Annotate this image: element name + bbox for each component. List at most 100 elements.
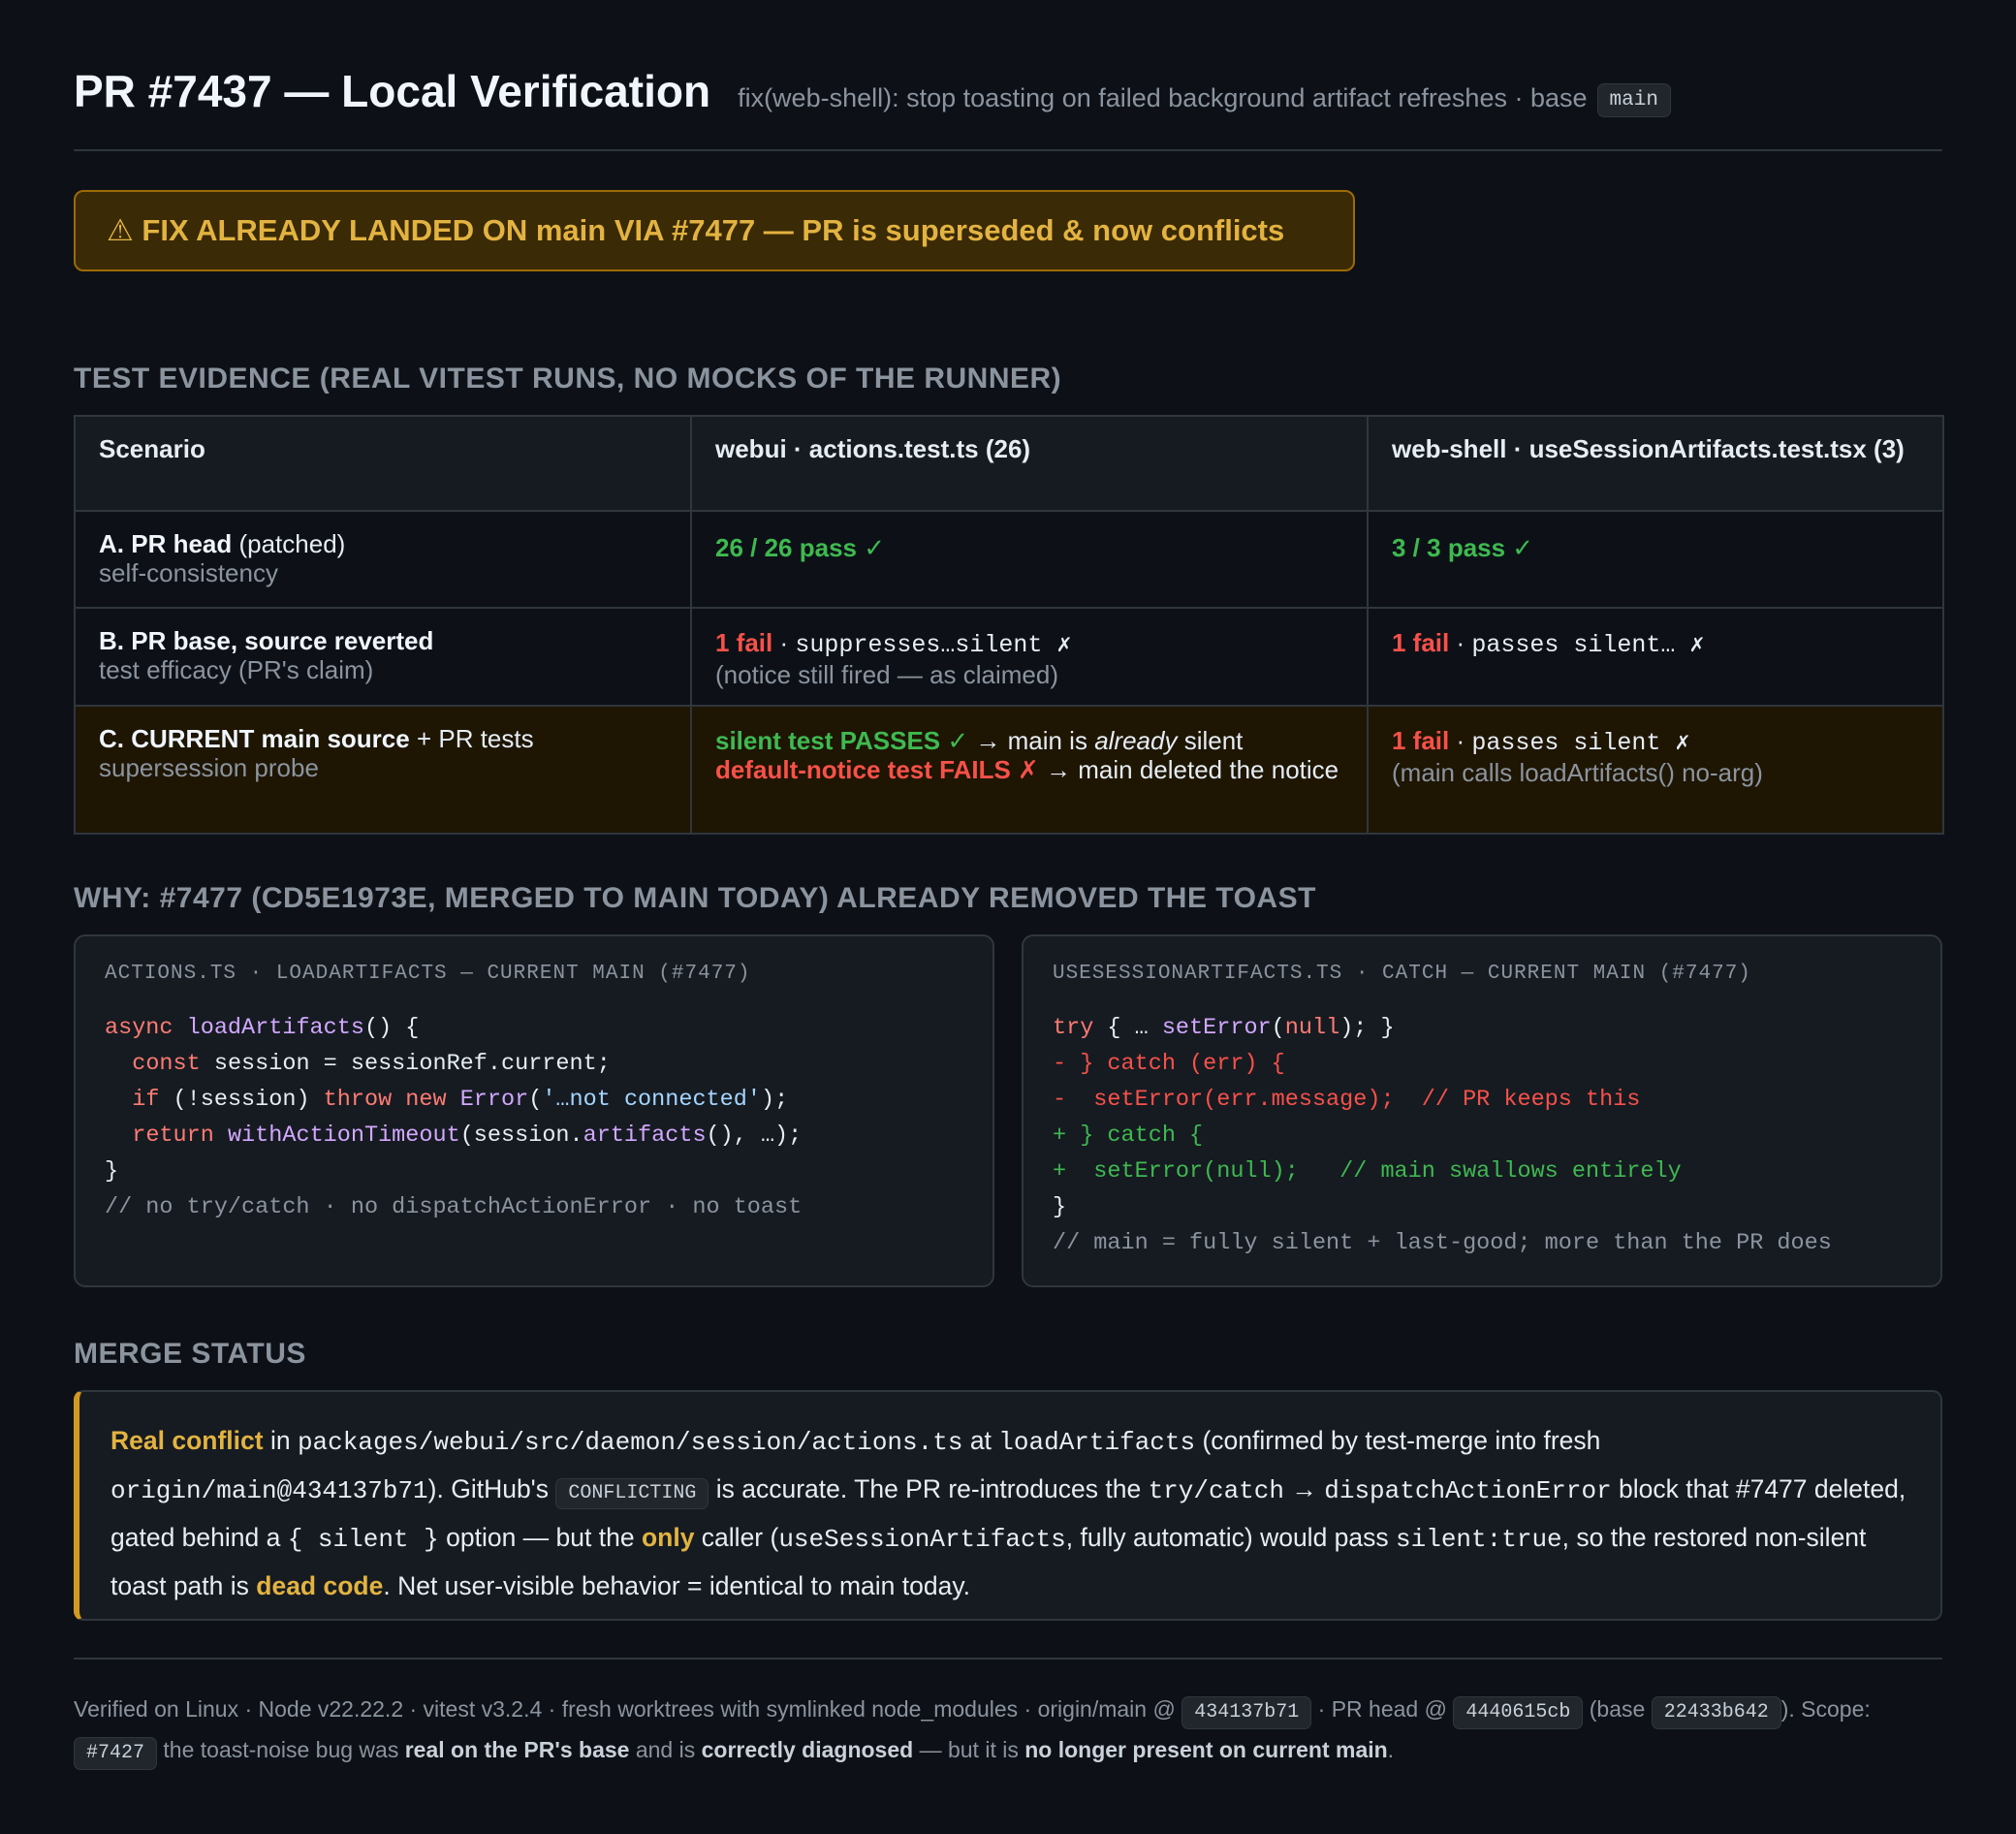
scenario-description: self-consistency bbox=[99, 558, 278, 587]
code-block: async loadArtifacts() { const session = … bbox=[105, 1015, 803, 1221]
code-text: } bbox=[1053, 1194, 1067, 1221]
use-session-artifacts-code-panel: useSessionArtifacts.ts · catch — current… bbox=[1022, 934, 1942, 1287]
code-text: (session. bbox=[459, 1123, 583, 1150]
code-keyword: throw new bbox=[323, 1087, 447, 1114]
scenario-qualifier: + PR tests bbox=[409, 724, 534, 753]
separator: · bbox=[1449, 628, 1472, 657]
text: the toast-noise bug was bbox=[157, 1737, 405, 1762]
commit-sha-badge: 4440615cb bbox=[1453, 1696, 1584, 1729]
result-explanation: → main is bbox=[968, 726, 1095, 755]
text: → bbox=[1284, 1474, 1325, 1503]
actions-code-panel: actions.ts · loadArtifacts — current mai… bbox=[74, 934, 994, 1287]
code-diff-block: try { … setError(null); } - } catch (err… bbox=[1053, 1015, 1832, 1257]
emphasis: correctly diagnosed bbox=[701, 1737, 914, 1762]
code-panel-title: actions.ts · loadArtifacts — current mai… bbox=[105, 963, 751, 985]
commit-sha-badge: 434137b71 bbox=[1181, 1696, 1312, 1729]
git-ref: origin/main@434137b71 bbox=[110, 1476, 428, 1505]
result-explanation: → main deleted the notice bbox=[1038, 755, 1339, 784]
text: ). GitHub's bbox=[427, 1474, 556, 1503]
code-function: loadArtifacts bbox=[186, 1015, 364, 1042]
text: Verified on Linux · Node v22.22.2 · vite… bbox=[74, 1696, 1182, 1722]
merge-status-heading: Merge status bbox=[74, 1338, 306, 1370]
webshell-result-cell: 1 fail · passes silent ✗ (main calls loa… bbox=[1367, 705, 1944, 835]
commit-sha-badge: 22433b642 bbox=[1651, 1696, 1781, 1729]
separator: · bbox=[1449, 726, 1472, 755]
scenario-qualifier: (patched) bbox=[232, 529, 346, 558]
text: . bbox=[1387, 1737, 1395, 1762]
text: is accurate. The PR re-introduces the bbox=[709, 1474, 1149, 1503]
code-inline: dispatchActionError bbox=[1324, 1476, 1612, 1505]
code-function: withActionTimeout bbox=[227, 1123, 460, 1150]
merge-status-callout: Real conflict in packages/webui/src/daem… bbox=[74, 1390, 1942, 1621]
file-path: packages/webui/src/daemon/session/action… bbox=[297, 1428, 963, 1457]
code-keyword: const bbox=[132, 1051, 201, 1078]
header-divider bbox=[74, 149, 1942, 151]
code-keyword: null bbox=[1284, 1015, 1340, 1042]
result-note: (notice still fired — as claimed) bbox=[715, 660, 1058, 689]
code-text: } bbox=[105, 1158, 119, 1186]
emphasis: no longer present on current main bbox=[1024, 1737, 1388, 1762]
text: and is bbox=[629, 1737, 702, 1762]
code-inline: try/catch bbox=[1148, 1476, 1284, 1505]
diff-removed-line: - } catch (err) { bbox=[1053, 1051, 1285, 1078]
pass-result: 3 / 3 pass ✓ bbox=[1392, 533, 1534, 562]
text: option — but the bbox=[438, 1523, 642, 1552]
scenario-name: B. PR base, source reverted bbox=[99, 626, 434, 655]
fail-count: 1 fail bbox=[1392, 628, 1450, 657]
page-header: PR #7437 — Local Verification fix(web-sh… bbox=[74, 64, 1671, 120]
function-name: loadArtifacts bbox=[998, 1428, 1196, 1457]
why-heading: Why: #7477 (cd5e1973e, merged to main to… bbox=[74, 882, 1316, 914]
webui-result-cell: 26 / 26 pass ✓ bbox=[690, 510, 1369, 609]
code-panel-title: useSessionArtifacts.ts · catch — current… bbox=[1053, 963, 1751, 985]
emphasis: already bbox=[1094, 726, 1178, 755]
result-explanation: silent bbox=[1177, 726, 1244, 755]
scenario-cell: C. CURRENT main source + PR tests supers… bbox=[74, 705, 692, 835]
issue-ref-badge: #7427 bbox=[74, 1737, 158, 1770]
code-keyword: if bbox=[132, 1087, 160, 1114]
pass-result: 26 / 26 pass ✓ bbox=[715, 533, 886, 562]
failing-test-name: passes silent… ✗ bbox=[1471, 631, 1705, 659]
webshell-result-cell: 1 fail · passes silent… ✗ bbox=[1367, 607, 1944, 707]
webui-result-cell: 1 fail · suppresses…silent ✗ (notice sti… bbox=[690, 607, 1369, 707]
fail-count: 1 fail bbox=[715, 628, 773, 657]
text: . Net user-visible behavior = identical … bbox=[383, 1571, 970, 1600]
pass-result: silent test PASSES ✓ bbox=[715, 726, 969, 755]
code-keyword: async bbox=[105, 1015, 173, 1042]
text: — but it is bbox=[913, 1737, 1025, 1762]
webui-result-cell: silent test PASSES ✓ → main is already s… bbox=[690, 705, 1369, 835]
code-function: artifacts bbox=[583, 1123, 707, 1150]
separator: · bbox=[772, 628, 796, 657]
text: in bbox=[263, 1426, 298, 1455]
emphasis: real on the PR's base bbox=[404, 1737, 630, 1762]
diff-added-line: + setError(null); // main swallows entir… bbox=[1053, 1158, 1682, 1186]
text: · PR head @ bbox=[1311, 1696, 1454, 1722]
failing-test-name: suppresses…silent ✗ bbox=[795, 631, 1072, 659]
test-evidence-table: Scenario webui · actions.test.ts (26) we… bbox=[74, 415, 1944, 835]
code-comment: // no try/catch · no dispatchActionError… bbox=[105, 1194, 803, 1221]
text: at bbox=[962, 1426, 999, 1455]
base-branch-badge: main bbox=[1596, 83, 1671, 118]
text: ). Scope: bbox=[1780, 1696, 1871, 1722]
code-text: (!session) bbox=[159, 1087, 324, 1114]
diff-removed-line: - setError(err.message); // PR keeps thi… bbox=[1053, 1087, 1641, 1114]
superseded-warning-banner: ⚠ FIX ALREADY LANDED ON main VIA #7477 —… bbox=[74, 190, 1355, 271]
scenario-name: C. CURRENT main source bbox=[99, 724, 410, 753]
scenario-name: A. PR head bbox=[99, 529, 233, 558]
scenario-cell: A. PR head (patched) self-consistency bbox=[74, 510, 692, 609]
text: caller ( bbox=[694, 1523, 779, 1552]
scenario-description: supersession probe bbox=[99, 753, 319, 782]
code-keyword: try bbox=[1053, 1015, 1094, 1042]
text: (base bbox=[1583, 1696, 1652, 1722]
fail-result: default-notice test FAILS ✗ bbox=[715, 755, 1039, 784]
webshell-result-cell: 3 / 3 pass ✓ bbox=[1367, 510, 1944, 609]
table-row: A. PR head (patched) self-consistency 26… bbox=[74, 510, 1944, 609]
text: (confirmed by test-merge into fresh bbox=[1195, 1426, 1601, 1455]
code-text: ); } bbox=[1339, 1015, 1395, 1042]
table-row: B. PR base, source reverted test efficac… bbox=[74, 607, 1944, 707]
scenario-description: test efficacy (PR's claim) bbox=[99, 655, 374, 684]
column-header-webshell: web-shell · useSessionArtifacts.test.tsx… bbox=[1367, 415, 1944, 512]
code-text: ); bbox=[760, 1087, 789, 1114]
table-row: C. CURRENT main source + PR tests supers… bbox=[74, 705, 1944, 835]
code-text: { … bbox=[1093, 1015, 1162, 1042]
failing-test-name: passes silent ✗ bbox=[1471, 729, 1690, 757]
